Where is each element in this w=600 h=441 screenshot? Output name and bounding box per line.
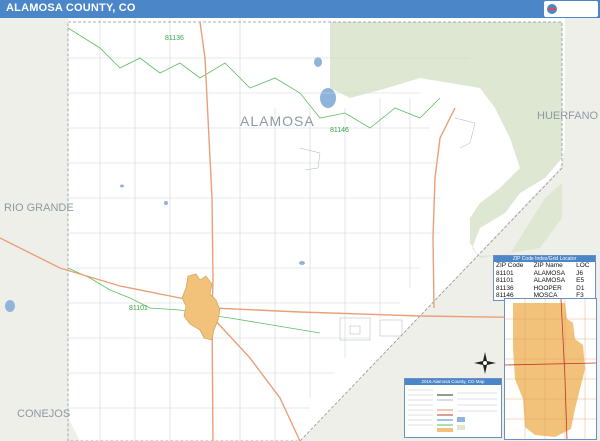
title-bar: ALAMOSA COUNTY, CO [0,0,600,18]
zip-index-table: ZIP Code ZIP Name LOC 81101 ALAMOSA J6 8… [494,262,595,300]
zip-label-81101: 81101 [129,305,148,312]
zip-name-cell: HOOPER [533,284,562,292]
neighbor-county-west [0,18,68,418]
zip-code-cell: 81136 [496,284,514,292]
logo-globe-icon [547,4,557,14]
zip-code-cell: 81101 [496,277,514,285]
lake-1 [320,88,336,108]
legend-symbols [408,389,497,432]
lake-2 [314,57,322,67]
pond-2 [164,201,168,205]
compass-rose-icon [474,352,496,374]
inset-map-svg [505,299,596,439]
conejos-county-label: CONEJOS [17,408,71,420]
pond-3 [120,184,124,188]
lake-3 [5,300,15,312]
zip-index-col: ZIP Name [533,262,563,269]
zip-loc-cell: E5 [576,277,585,285]
map-frame: ALAMOSA COUNTY, CO ALAMOSA HUERFANO RIO … [0,0,600,441]
zip-loc-cell: J6 [576,269,583,277]
huerfano-county-label: HUERFANO [537,110,599,122]
table-row: 81136 HOOPER D1 [494,285,595,293]
map-title: ALAMOSA COUNTY, CO [6,2,136,14]
zip-code-index: ZIP Code Index/Grid Locator ZIP Code ZIP… [493,255,596,301]
zip-label-81146: 81146 [330,127,349,134]
neighbor-county-east [565,18,600,148]
pond-1 [299,261,305,265]
county-name-label: ALAMOSA [240,113,315,129]
rio-grande-county-label: RIO GRANDE [4,202,74,214]
market-maps-logo [544,1,598,17]
table-row: 81101 ALAMOSA E5 [494,277,595,285]
zip-code-cell: 81101 [496,269,514,277]
zip-name-cell: ALAMOSA [533,269,566,277]
zip-index-header-row: ZIP Code ZIP Name LOC [494,262,595,270]
zip-loc-cell: D1 [576,284,585,292]
zip-label-81136: 81136 [165,35,184,42]
alamosa-city-inset-map[interactable] [504,298,597,440]
zip-name-cell: ALAMOSA [533,277,566,285]
map-legend: 2016 Alamosa County, CO Map [404,378,502,438]
table-row: 81101 ALAMOSA J6 [494,270,595,278]
zip-index-col: LOC [576,262,590,269]
zip-index-col: ZIP Code [496,262,524,269]
